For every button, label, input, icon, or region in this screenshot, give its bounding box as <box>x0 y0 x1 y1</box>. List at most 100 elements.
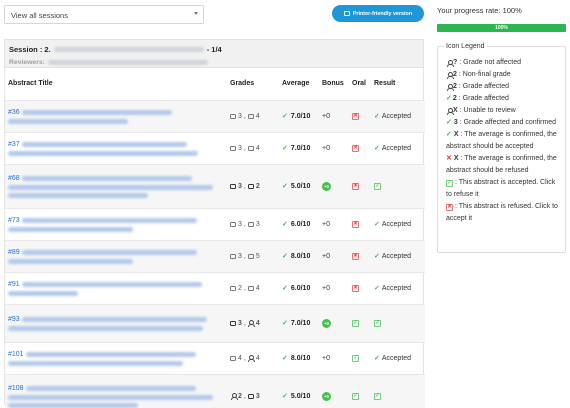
abstract-link[interactable]: #36 <box>8 109 20 116</box>
comment-icon <box>230 183 236 189</box>
abstract-title-redacted[interactable] <box>8 402 138 408</box>
legend-text: : Grade affected and confirmed <box>459 119 557 126</box>
legend-item: ✕ X : The average is confirmed, the abst… <box>446 153 561 177</box>
abstract-title-redacted[interactable] <box>25 385 196 391</box>
grade-value: 4 <box>255 144 260 152</box>
session-label: Session : 2. <box>9 45 51 54</box>
oral-refused-toggle[interactable]: ✕ <box>352 253 359 260</box>
comment-icon <box>230 145 236 151</box>
grade-value: 4 <box>255 319 260 327</box>
person-icon <box>230 393 238 401</box>
legend-text: : Grade affected <box>458 83 509 90</box>
oral-refused-toggle[interactable]: ✕ <box>352 221 359 228</box>
legend-item: ✓ 2 : Grade affected <box>446 93 561 105</box>
session-panel: Session : 2. - 1/4 Reviewers: Abstract T… <box>4 39 425 408</box>
legend-item: 2 : Non-final grade <box>446 69 561 81</box>
abstract-title-redacted[interactable] <box>21 217 197 223</box>
reviewers-redacted <box>47 60 208 65</box>
abstract-title-redacted[interactable] <box>8 394 213 400</box>
grade-value: 2 <box>238 392 242 400</box>
abstract-title-redacted[interactable] <box>21 281 202 287</box>
comment-icon <box>230 285 236 291</box>
grade-value: 3 <box>238 182 242 190</box>
result-accept-toggle[interactable]: ✓ <box>374 320 381 327</box>
comment-icon <box>230 113 236 119</box>
oral-refused-toggle[interactable]: ✕ <box>352 285 359 292</box>
table-row: #101 4,4 ✓ 8.0/10 +0 ✓ ✓ Accepted <box>5 342 425 374</box>
abstract-title-redacted[interactable] <box>8 258 133 264</box>
header-average: Average <box>282 80 310 88</box>
check-icon: ✓ <box>282 393 288 401</box>
person-icon <box>248 320 256 327</box>
average-value: 8.0/10 <box>290 354 311 362</box>
abstract-link[interactable]: #73 <box>8 217 20 224</box>
oral-refused-toggle[interactable]: ✕ <box>352 113 359 120</box>
printer-friendly-button[interactable]: Printer-friendly version <box>332 5 424 22</box>
abstract-title-redacted[interactable] <box>21 175 192 181</box>
progress-fill: 100% <box>437 24 566 32</box>
header-bonus: Bonus <box>322 80 344 88</box>
check-icon: ✓ <box>446 131 452 138</box>
legend-value: X <box>453 107 458 114</box>
check-icon: ✓ <box>282 113 288 120</box>
abstract-title-redacted[interactable] <box>8 360 183 366</box>
result-status: Accepted <box>381 220 412 228</box>
grade-value: 3 <box>255 220 260 228</box>
bonus-badge-icon[interactable]: +0 <box>322 181 331 191</box>
legend-value: X <box>453 155 459 162</box>
oral-refused-toggle[interactable]: ✕ <box>352 145 359 152</box>
abstract-title-redacted[interactable] <box>8 118 128 124</box>
legend-value: ? <box>453 59 458 66</box>
oral-accept-toggle[interactable]: ✓ <box>352 320 359 327</box>
abstract-link[interactable]: #68 <box>8 175 20 182</box>
abstract-title-redacted[interactable] <box>8 192 148 198</box>
abstract-title-redacted[interactable] <box>8 325 203 331</box>
abstract-title-redacted[interactable] <box>8 226 133 232</box>
comment-icon <box>247 393 254 399</box>
legend-value: 2 <box>452 95 457 102</box>
legend-value: X <box>453 131 459 138</box>
abstract-link[interactable]: #89 <box>8 249 20 256</box>
abstract-title-redacted[interactable] <box>21 316 207 322</box>
progress-label: Your progress rate: 100% <box>437 6 522 15</box>
legend-text: : Unable to review <box>459 107 516 114</box>
bonus-badge-icon[interactable]: +0 <box>322 391 331 401</box>
abstract-link[interactable]: #108 <box>8 385 24 392</box>
bonus-value: +0 <box>322 220 330 228</box>
abstract-title-redacted[interactable] <box>8 150 198 156</box>
result-accept-toggle[interactable]: ✓ <box>374 393 381 401</box>
oral-refused-toggle[interactable]: ✕ <box>352 183 359 190</box>
abstract-title-redacted[interactable] <box>8 184 213 190</box>
result-accept-toggle[interactable]: ✓ <box>374 183 381 190</box>
result-status: Accepted <box>381 112 412 120</box>
session-select[interactable]: View all sessions <box>4 5 204 24</box>
header-result: Result <box>374 80 396 88</box>
check-icon: ✓ <box>446 119 452 126</box>
comment-icon <box>247 285 254 291</box>
icon-legend: Icon Legend ? : Grade not affected 2 : N… <box>437 43 566 253</box>
session-counter: - 1/4 <box>206 45 222 54</box>
result-status: Accepted <box>381 354 412 362</box>
abstract-link[interactable]: #93 <box>8 316 20 323</box>
oral-accept-toggle[interactable]: ✓ <box>352 393 359 401</box>
legend-item: 2 : Grade affected <box>446 81 561 93</box>
abstract-title-redacted[interactable] <box>21 141 187 147</box>
check-icon: ✓ <box>374 113 380 120</box>
abstract-title-redacted[interactable] <box>25 351 196 357</box>
chevron-down-icon <box>194 12 198 15</box>
grade-value: 3 <box>238 144 242 152</box>
abstract-title-redacted[interactable] <box>21 109 172 115</box>
session-select-value: View all sessions <box>11 11 68 20</box>
check-icon: ✓ <box>282 355 288 362</box>
oral-accept-toggle[interactable]: ✓ <box>352 355 359 362</box>
abstract-title-redacted[interactable] <box>21 249 197 255</box>
abstract-title-redacted[interactable] <box>8 290 78 296</box>
comment-icon <box>230 320 236 326</box>
comment-icon <box>247 113 254 119</box>
abstract-link[interactable]: #91 <box>8 281 20 288</box>
abstract-link[interactable]: #101 <box>8 351 24 358</box>
bonus-badge-icon[interactable]: +0 <box>322 318 331 328</box>
comment-icon <box>247 221 254 227</box>
abstract-link[interactable]: #37 <box>8 141 20 148</box>
check-icon: ✓ <box>374 145 380 152</box>
